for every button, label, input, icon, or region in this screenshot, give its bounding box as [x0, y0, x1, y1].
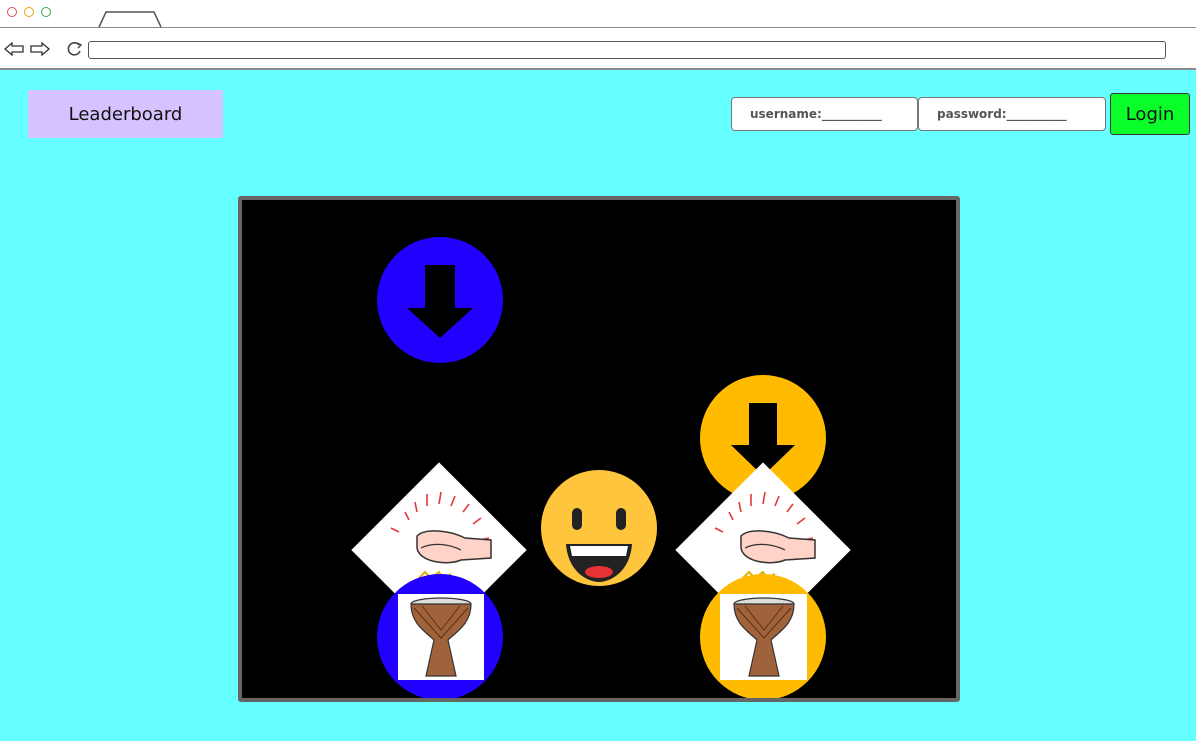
forward-arrow-icon[interactable] [30, 41, 50, 57]
browser-navbar [0, 28, 1196, 70]
back-arrow-icon[interactable] [4, 41, 24, 57]
username-field[interactable]: username:__________ [731, 97, 918, 131]
password-field[interactable]: password:__________ [918, 97, 1106, 131]
close-window-icon[interactable] [7, 7, 17, 17]
game-scene [351, 237, 851, 698]
blue-note-down-arrow [377, 237, 503, 363]
maximize-window-icon[interactable] [41, 7, 51, 17]
grinning-face-icon [541, 470, 657, 586]
address-bar[interactable] [88, 41, 1166, 59]
browser-titlebar [0, 0, 1196, 28]
minimize-window-icon[interactable] [24, 7, 34, 17]
browser-tab[interactable] [98, 10, 164, 28]
leaderboard-button[interactable]: Leaderboard [28, 90, 223, 138]
blue-lane-drum-button[interactable] [377, 574, 503, 698]
yellow-lane-drum-button[interactable] [700, 574, 826, 698]
reload-icon[interactable] [66, 41, 84, 57]
login-button[interactable]: Login [1110, 93, 1190, 135]
game-canvas[interactable] [238, 196, 960, 702]
